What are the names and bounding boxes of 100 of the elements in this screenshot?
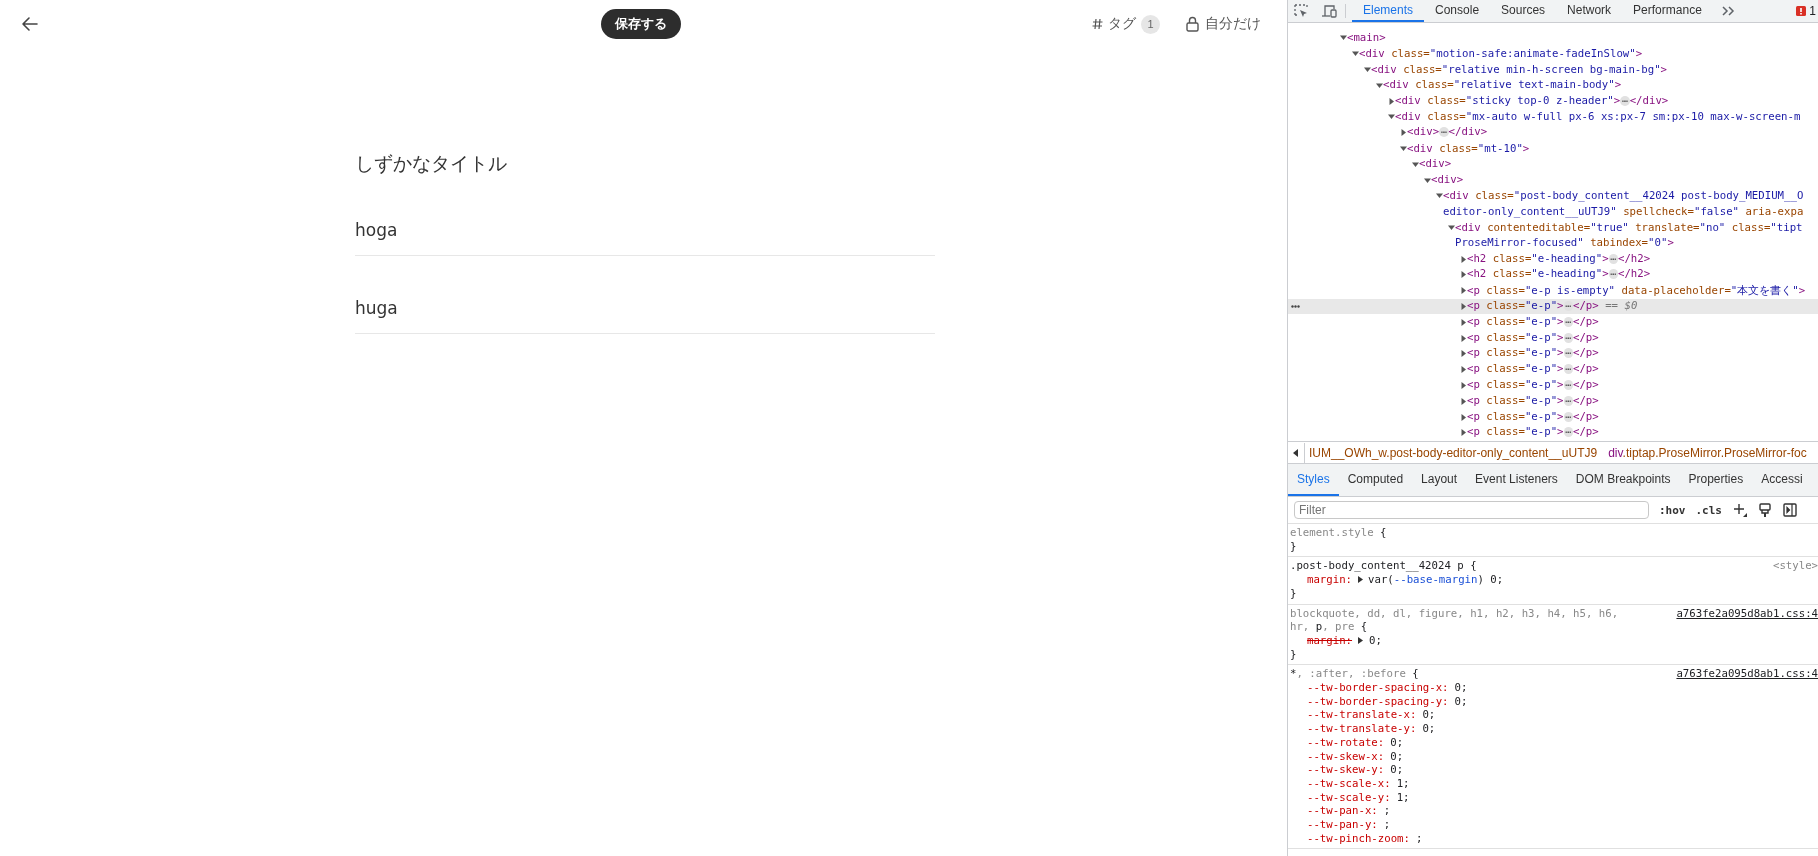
tree-row[interactable]: <main> <box>1288 30 1818 46</box>
devtools-tab[interactable]: Console <box>1424 0 1491 22</box>
caret-right-icon[interactable] <box>1388 97 1395 105</box>
toggle-link[interactable]: :hov <box>1659 503 1686 517</box>
css-declaration[interactable]: --tw-translate-y: 0; <box>1290 722 1818 736</box>
css-declaration[interactable]: --tw-pan-x: ; <box>1290 804 1818 819</box>
tree-row[interactable]: <div class="motion-safe:animate-fadeInSlow"> <box>1288 45 1818 62</box>
caret-right-icon[interactable] <box>1460 350 1467 358</box>
css-declaration[interactable]: --tw-scale-x: 1; <box>1290 776 1818 791</box>
caret-down-icon[interactable] <box>1352 50 1359 58</box>
css-declaration[interactable]: --tw-skew-y: 0; <box>1290 763 1818 777</box>
css-declaration[interactable]: margin: var(--base-margin) 0; <box>1290 573 1818 587</box>
caret-right-icon[interactable] <box>1460 429 1467 437</box>
css-declaration[interactable]: --tw-skew-x: 0; <box>1290 749 1818 764</box>
tree-row[interactable]: <p class="e-p"> ⋯ </p> <box>1288 330 1818 346</box>
tree-row[interactable]: <div class="mt-10"> <box>1288 140 1818 157</box>
tree-row[interactable]: <h2 class="e-heading"> ⋯ </h2> <box>1288 251 1818 267</box>
tree-row[interactable]: <div> <box>1288 172 1818 188</box>
css-declaration[interactable]: --tw-scale-y: 1; <box>1290 790 1818 805</box>
caret-down-icon[interactable] <box>1448 223 1455 231</box>
caret-right-icon[interactable] <box>1460 413 1467 421</box>
tree-row[interactable]: <div class="relative text-main-body"> <box>1288 77 1818 94</box>
source-link[interactable]: a763fe2a095d8ab1.css:4 <box>1676 606 1818 621</box>
devtools-tab[interactable]: Network <box>1556 0 1623 22</box>
caret-right-icon[interactable] <box>1400 129 1407 137</box>
caret-right-icon[interactable] <box>1357 637 1365 645</box>
caret-right-icon[interactable] <box>1460 318 1467 326</box>
caret-right-icon[interactable] <box>1460 397 1467 405</box>
caret-right-icon[interactable] <box>1460 271 1467 279</box>
sidebar-icon[interactable] <box>1783 503 1797 517</box>
save-button[interactable]: 保存する <box>600 9 681 39</box>
tree-row[interactable]: <p class="e-p"> ⋯ </p> <box>1288 314 1818 331</box>
caret-down-icon[interactable] <box>1376 81 1383 89</box>
tree-row[interactable]: <div class="sticky top-0 z-header"> ⋯ </div> <box>1288 93 1818 109</box>
css-declaration[interactable]: --tw-translate-x: 0; <box>1290 708 1818 723</box>
css-declaration[interactable]: --tw-pan-y: ; <box>1290 818 1818 832</box>
double-chevron-icon[interactable] <box>1720 5 1735 17</box>
caret-right-icon[interactable] <box>1460 366 1467 374</box>
panel-tab[interactable]: Computed <box>1338 464 1413 496</box>
source-link[interactable]: a763fe2a095d8ab1.css:4 <box>1676 667 1818 682</box>
tree-row[interactable]: <h2 class="e-heading"> ⋯ </h2> <box>1288 266 1818 283</box>
caret-down-icon[interactable] <box>1340 34 1347 42</box>
editor-heading[interactable]: hoga <box>355 215 935 256</box>
device-icon[interactable] <box>1321 3 1337 19</box>
caret-right-icon[interactable] <box>1460 287 1467 295</box>
devtools-tab[interactable]: Sources <box>1490 0 1557 22</box>
caret-left-icon[interactable] <box>1293 448 1299 457</box>
tree-row[interactable]: <p class="e-p"> ⋯ </p> <box>1288 409 1818 425</box>
tree-row[interactable]: <p class="e-p"> ⋯ </p> <box>1288 345 1818 362</box>
caret-right-icon[interactable] <box>1460 381 1467 389</box>
tree-row[interactable]: <div contenteditable="true" translate="no" class="tipt ProseMirror-focused" tabindex="0"> <box>1288 219 1818 252</box>
toggle-link[interactable]: .cls <box>1695 503 1722 517</box>
tag-link[interactable]: タグ <box>1108 15 1136 33</box>
panel-tab[interactable]: Styles <box>1288 464 1339 496</box>
paint-roller-icon[interactable] <box>1758 503 1772 517</box>
tree-row[interactable]: <p class="e-p"> ⋯ </p> <box>1288 393 1818 410</box>
tree-row[interactable]: <p class="e-p"> ⋯ </p> <box>1288 377 1818 394</box>
tree-row[interactable]: <div class="mx-auto w-full px-6 xs:px-7 sm:px-10 max-w-screen-m <box>1288 109 1818 125</box>
panel-tab[interactable]: Event Listeners <box>1466 464 1567 496</box>
error-icon[interactable] <box>1796 6 1807 16</box>
tree-row[interactable]: <div> ⋯ </div> <box>1288 124 1818 141</box>
caret-down-icon[interactable] <box>1364 66 1371 73</box>
tree-row[interactable]: <div class="relative min-h-screen bg-main-bg"> <box>1288 61 1818 78</box>
css-declaration[interactable]: --tw-rotate: 0; <box>1290 735 1818 750</box>
lock-icon[interactable] <box>1186 16 1199 32</box>
breadcrumb[interactable]: IUM__OWh_w.post-body-editor-only_content__uUTJ9 <box>1305 445 1605 460</box>
css-declaration[interactable]: --tw-border-spacing-x: 0; <box>1290 681 1818 695</box>
devtools-tab[interactable]: Elements <box>1352 0 1425 22</box>
editor-heading[interactable]: huga <box>355 293 935 334</box>
caret-right-icon[interactable] <box>1460 255 1467 263</box>
caret-down-icon[interactable] <box>1388 113 1395 121</box>
caret-down-icon[interactable] <box>1436 192 1443 200</box>
plus-icon[interactable] <box>1733 503 1747 517</box>
css-declaration[interactable]: --tw-border-spacing-y: 0; <box>1290 694 1818 709</box>
back-arrow-icon[interactable] <box>20 14 40 34</box>
caret-right-icon[interactable] <box>1460 302 1467 310</box>
css-declaration[interactable]: --tw-pinch-zoom: ; <box>1290 831 1818 846</box>
tree-row[interactable]: <p class="e-p is-empty" data-placeholder="本文を書く"> <box>1288 282 1818 299</box>
caret-right-icon[interactable] <box>1357 576 1365 584</box>
breadcrumb[interactable]: div.tiptap.ProseMirror.ProseMirror-foc <box>1604 445 1814 460</box>
caret-down-icon[interactable] <box>1424 176 1431 184</box>
css-declaration[interactable]: margin: 0; <box>1290 633 1818 648</box>
caret-right-icon[interactable] <box>1460 334 1467 342</box>
tree-row[interactable]: <p class="e-p"> ⋯ </p> <box>1288 424 1818 441</box>
panel-tab[interactable]: Layout <box>1412 464 1467 496</box>
devtools-tab[interactable]: Performance <box>1622 0 1713 22</box>
hash-icon[interactable] <box>1092 18 1103 30</box>
filter-field[interactable]: Filter <box>1294 501 1649 519</box>
panel-tab[interactable]: DOM Breakpoints <box>1566 464 1680 496</box>
caret-down-icon[interactable] <box>1412 160 1419 168</box>
tree-row[interactable]: <div> <box>1288 156 1818 173</box>
tree-row[interactable]: <p class="e-p"> ⋯ </p> <box>1288 361 1818 378</box>
panel-tab[interactable]: Properties <box>1679 464 1753 496</box>
tree-row[interactable]: <p class="e-p"> ⋯ </p> == $0 <box>1288 298 1818 315</box>
post-title[interactable]: しずかなタイトル <box>355 148 935 178</box>
caret-down-icon[interactable] <box>1400 144 1407 152</box>
more-icon[interactable] <box>1291 304 1300 308</box>
inspect-icon[interactable] <box>1293 3 1309 19</box>
visibility-setting[interactable]: 自分だけ <box>1205 15 1261 33</box>
panel-tab[interactable]: Accessi <box>1752 464 1812 496</box>
